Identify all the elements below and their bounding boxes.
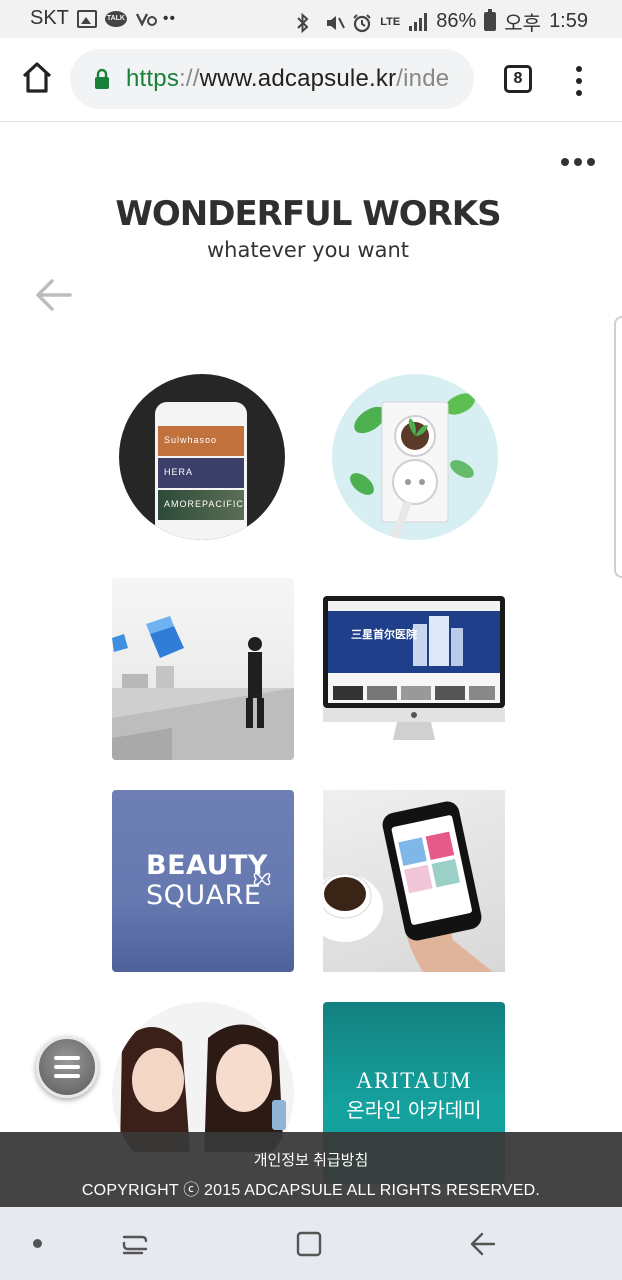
work-tile-business-cubes[interactable]	[112, 578, 294, 760]
image-icon	[76, 9, 97, 28]
alarm-icon	[352, 13, 372, 32]
brand-label-amorepacific: AMOREPACIFIC	[158, 490, 244, 520]
phone-mockup: Sulwhasoo HERA AMOREPACIFIC	[155, 402, 247, 540]
floating-menu-button[interactable]	[36, 1036, 98, 1098]
lte-icon: LTE	[380, 15, 401, 28]
home-square-icon	[296, 1231, 322, 1257]
page-title: WONDERFUL WORKS	[115, 194, 501, 234]
address-bar[interactable]: https://www.adcapsule.kr/inde	[70, 49, 474, 109]
mute-icon	[324, 13, 346, 31]
imac-illustration	[323, 596, 505, 740]
beauty-square-line2: SQUARE	[146, 880, 262, 911]
brand-label-hera: HERA	[158, 458, 244, 488]
aritaum-title: ARITAUM	[356, 1068, 472, 1093]
menu-dot-icon	[576, 66, 582, 72]
carrier-label: SKT	[30, 7, 69, 29]
kakaotalk-icon: TALK	[104, 10, 127, 27]
back-nav-button[interactable]	[468, 1230, 498, 1258]
signal-icon	[408, 12, 428, 31]
aritaum-subtitle: 온라인 아카데미	[346, 1098, 482, 1122]
more-options-button[interactable]	[560, 154, 596, 170]
home-button[interactable]	[18, 58, 56, 98]
battery-icon	[484, 9, 497, 31]
menu-dot-icon	[576, 90, 582, 96]
browser-toolbar: https://www.adcapsule.kr/inde 8	[0, 38, 622, 122]
hospital-title: 三星首尔医院	[351, 629, 417, 641]
url-scheme: https	[126, 65, 180, 92]
home-nav-button[interactable]	[296, 1231, 322, 1257]
work-tile-hospital-website[interactable]: 三星首尔医院	[323, 578, 505, 760]
arrow-left-icon	[36, 279, 72, 311]
work-tile-beauty-square[interactable]: BEAUTY SQUARE	[112, 790, 294, 972]
hamburger-line-icon	[54, 1065, 80, 1069]
work-tile-cosmetics-app[interactable]: Sulwhasoo HERA AMOREPACIFIC	[119, 374, 285, 540]
copyright-text: COPYRIGHT ⓒ 2015 ADCAPSULE ALL RIGHTS RE…	[81, 1182, 541, 1199]
back-arrow-button[interactable]	[32, 276, 74, 314]
browser-menu-button[interactable]	[566, 64, 592, 98]
hamburger-line-icon	[54, 1056, 80, 1060]
coffee-phone-illustration	[323, 801, 493, 972]
work-tile-eco-outlet[interactable]	[332, 374, 498, 540]
url-host: www.adcapsule.kr	[199, 65, 397, 92]
brand-label-sulwhasoo: Sulwhasoo	[158, 426, 244, 456]
page-subtitle: whatever you want	[206, 238, 409, 262]
clock: 1:59	[549, 10, 588, 32]
site-footer: 개인정보 취급방침 COPYRIGHT ⓒ 2015 ADCAPSULE ALL…	[0, 1132, 622, 1207]
time-ampm: 오후	[504, 13, 542, 35]
bluetooth-icon	[296, 12, 316, 33]
url-separator: ://	[179, 65, 200, 92]
back-icon	[470, 1232, 496, 1256]
hamburger-line-icon	[54, 1074, 80, 1078]
recent-apps-icon	[122, 1235, 148, 1255]
lock-icon	[95, 68, 109, 89]
work-tile-coffee-phone[interactable]	[323, 790, 505, 972]
home-icon	[22, 62, 52, 93]
status-left: SKT TALK ••	[30, 7, 176, 30]
url-text[interactable]: https://www.adcapsule.kr/inde	[126, 65, 449, 93]
privacy-policy-link[interactable]: 개인정보 취급방침	[0, 1132, 622, 1170]
eco-outlet-illustration	[350, 393, 475, 540]
status-bar: SKT TALK •• LTE 86% 오후 1:59	[0, 0, 622, 38]
url-path: /inde	[396, 65, 450, 92]
voicemail-icon	[135, 10, 157, 28]
android-navigation-bar	[0, 1207, 622, 1280]
business-cubes-illustration	[112, 616, 294, 760]
beauty-square-line1: BEAUTY	[146, 850, 268, 881]
tab-switcher-button[interactable]: 8	[504, 65, 532, 93]
battery-percent: 86%	[436, 10, 477, 32]
menu-dot-icon	[576, 78, 582, 84]
nav-indicator-dot[interactable]	[33, 1239, 42, 1248]
status-right: LTE 86% 오후 1:59	[296, 7, 588, 36]
butterfly-icon	[253, 873, 271, 886]
more-dots-icon: ••	[162, 9, 177, 27]
edge-panel-handle[interactable]	[614, 316, 622, 578]
recent-apps-button[interactable]	[120, 1229, 150, 1259]
